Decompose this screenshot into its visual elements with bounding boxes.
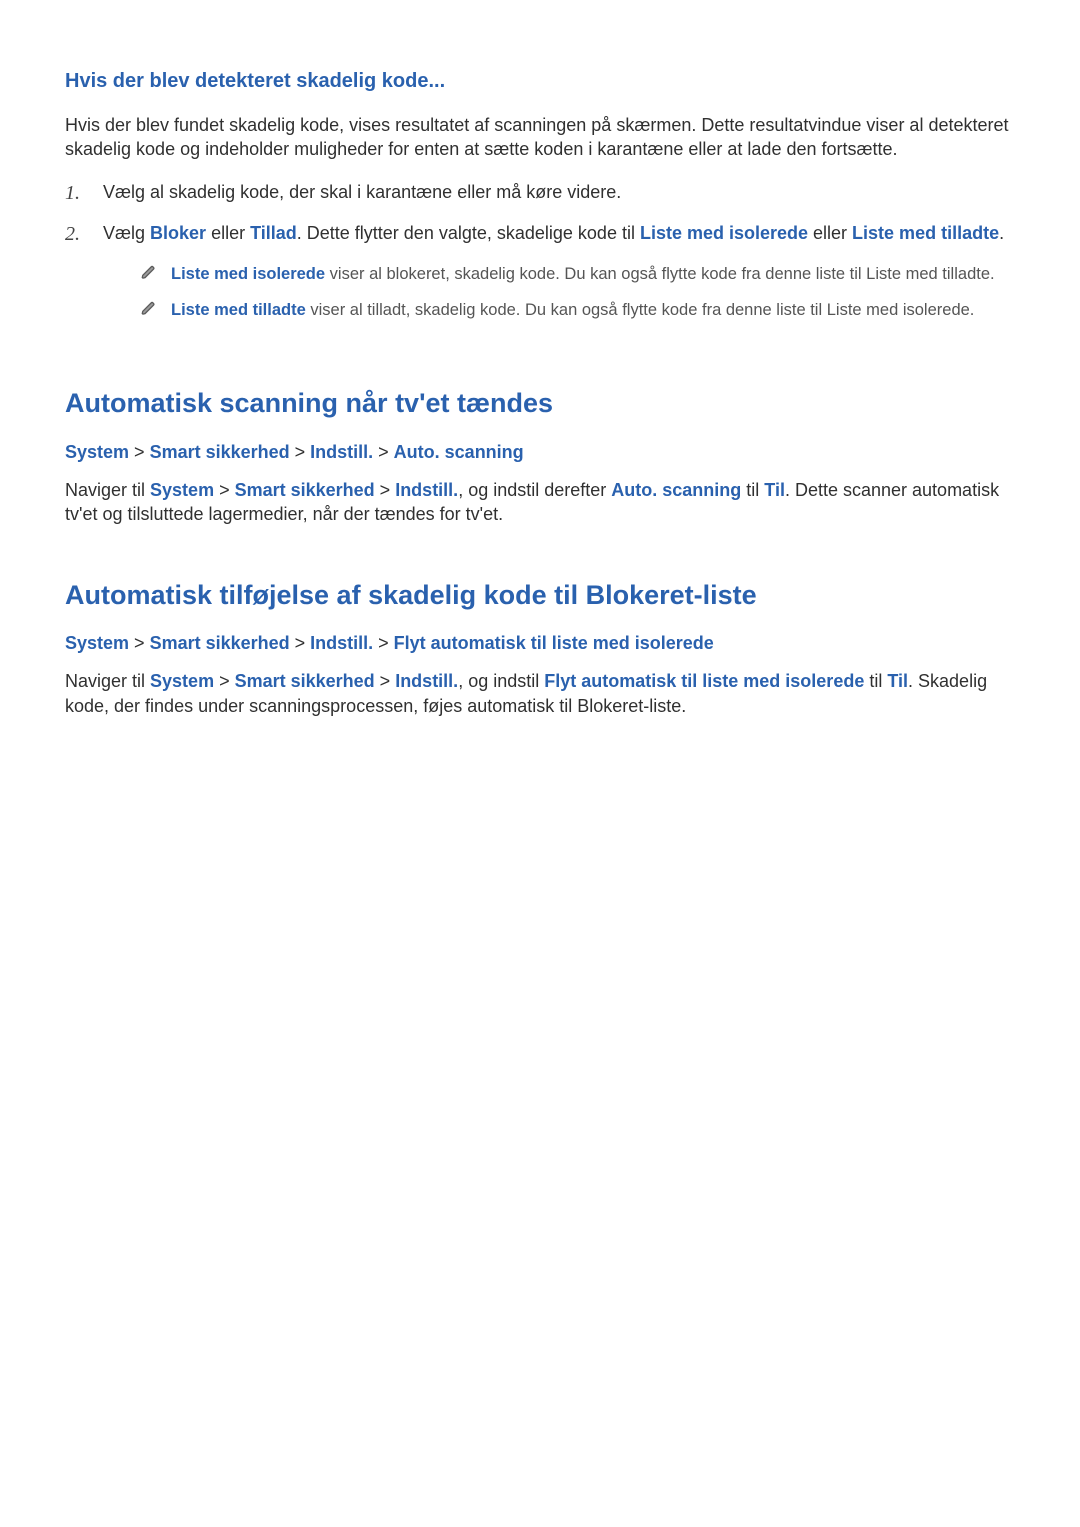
- liste-tilladte-keyword: Liste med tilladte: [852, 223, 999, 243]
- note-1-lead: Liste med isolerede: [171, 265, 325, 283]
- note-1: Liste med isolerede viser al blokeret, s…: [141, 263, 1020, 285]
- step-number-1: 1.: [65, 180, 103, 207]
- step-1-text: Vælg al skadelig kode, der skal i karant…: [103, 180, 1020, 204]
- section2-body: Naviger til System > Smart sikkerhed > I…: [65, 478, 1020, 527]
- section2-heading: Automatisk scanning når tv'et tændes: [65, 385, 1020, 421]
- section3-breadcrumb: System > Smart sikkerhed > Indstill. > F…: [65, 631, 1020, 655]
- step-2-text: Vælg Bloker eller Tillad. Dette flytter …: [103, 221, 1020, 336]
- section1-heading: Hvis der blev detekteret skadelig kode..…: [65, 68, 1020, 95]
- step-number-2: 2.: [65, 221, 103, 248]
- liste-isolerede-keyword: Liste med isolerede: [640, 223, 808, 243]
- note-2-lead: Liste med tilladte: [171, 301, 306, 319]
- section2-breadcrumb: System > Smart sikkerhed > Indstill. > A…: [65, 440, 1020, 464]
- step-2: 2. Vælg Bloker eller Tillad. Dette flytt…: [65, 221, 1020, 336]
- section1-intro: Hvis der blev fundet skadelig kode, vise…: [65, 113, 1020, 162]
- bloker-keyword: Bloker: [150, 223, 206, 243]
- note-2-text: Liste med tilladte viser al tilladt, ska…: [171, 299, 974, 321]
- note-2: Liste med tilladte viser al tilladt, ska…: [141, 299, 1020, 321]
- pencil-icon: [141, 299, 171, 316]
- step-1: 1. Vælg al skadelig kode, der skal i kar…: [65, 180, 1020, 207]
- section3-heading: Automatisk tilføjelse af skadelig kode t…: [65, 577, 1020, 613]
- section3-body: Naviger til System > Smart sikkerhed > I…: [65, 669, 1020, 718]
- tillad-keyword: Tillad: [250, 223, 297, 243]
- pencil-icon: [141, 263, 171, 280]
- step-2-notes: Liste med isolerede viser al blokeret, s…: [103, 263, 1020, 322]
- note-1-text: Liste med isolerede viser al blokeret, s…: [171, 263, 995, 285]
- section1-steps: 1. Vælg al skadelig kode, der skal i kar…: [65, 180, 1020, 336]
